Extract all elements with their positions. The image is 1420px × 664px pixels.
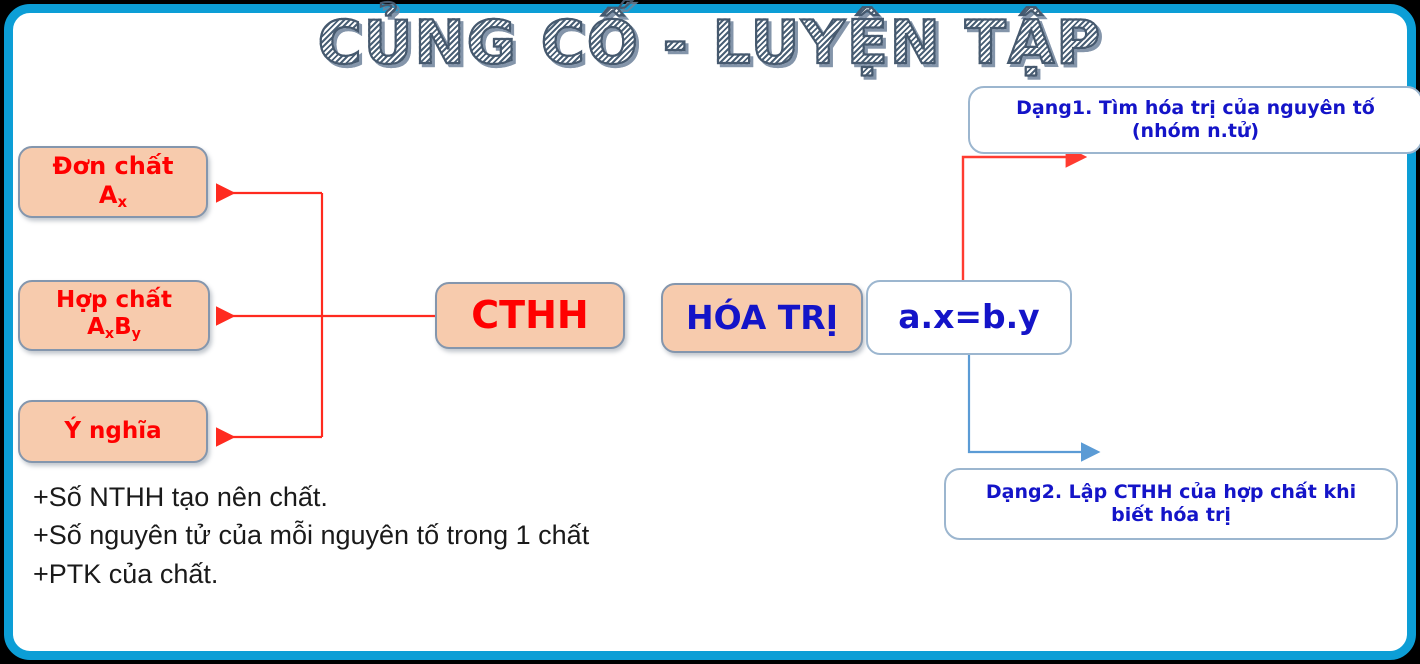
page-title: CỦNG CỐ - LUYỆN TẬP: [0, 7, 1420, 79]
node-don-chat-formula: Ax: [98, 181, 128, 212]
node-dang2-line1: Dạng2. Lập CTHH của hợp chất khi: [985, 480, 1357, 503]
page-title-text: CỦNG CỐ - LUYỆN TẬP: [317, 7, 1103, 79]
bullet-line-3: +PTK của chất.: [33, 558, 219, 589]
connector-cthh-to-left-branch: [215, 183, 435, 447]
bullet-list: +Số NTHH tạo nên chất. +Số nguyên tử của…: [33, 478, 589, 593]
node-axby-formula[interactable]: a.x=b.y: [866, 280, 1072, 355]
node-don-chat-line1: Đơn chất: [52, 152, 174, 181]
node-hop-chat-line1: Hợp chất: [55, 286, 173, 313]
node-dang2-line2: biết hóa trị: [1111, 504, 1231, 526]
node-dang2[interactable]: Dạng2. Lập CTHH của hợp chất khi biết hó…: [944, 468, 1398, 540]
node-dang1-line1: Dạng1. Tìm hóa trị của nguyên tố: [1016, 96, 1375, 119]
node-cthh[interactable]: CTHH: [435, 282, 625, 349]
node-hoa-tri[interactable]: HÓA TRỊ: [661, 283, 863, 353]
slide-root: CỦNG CỐ - LUYỆN TẬP Đơn chất Ax Hợp chất…: [0, 0, 1420, 664]
node-hoa-tri-label: HÓA TRỊ: [685, 297, 838, 337]
node-don-chat[interactable]: Đơn chất Ax: [18, 146, 208, 218]
connector-axby-to-dang1: [961, 146, 1088, 282]
node-dang1[interactable]: Dạng1. Tìm hóa trị của nguyên tố (nhóm n…: [968, 86, 1420, 154]
bullet-line-2: +Số nguyên tử của mỗi nguyên tố trong 1 …: [33, 520, 590, 551]
node-y-nghia-label: Ý nghĩa: [64, 417, 162, 444]
bullet-line-1: +Số NTHH tạo nên chất.: [33, 482, 328, 512]
slide-canvas: CỦNG CỐ - LUYỆN TẬP Đơn chất Ax Hợp chất…: [0, 0, 1420, 664]
node-y-nghia[interactable]: Ý nghĩa: [18, 400, 208, 463]
node-axby-label: a.x=b.y: [898, 297, 1040, 337]
node-hop-chat[interactable]: Hợp chất AxBy: [18, 280, 210, 351]
node-cthh-label: CTHH: [471, 293, 589, 338]
node-hop-chat-formula: AxBy: [87, 314, 141, 343]
connector-axby-to-dang2: [967, 355, 1101, 462]
node-dang1-line2: (nhóm n.tử): [1131, 120, 1260, 142]
